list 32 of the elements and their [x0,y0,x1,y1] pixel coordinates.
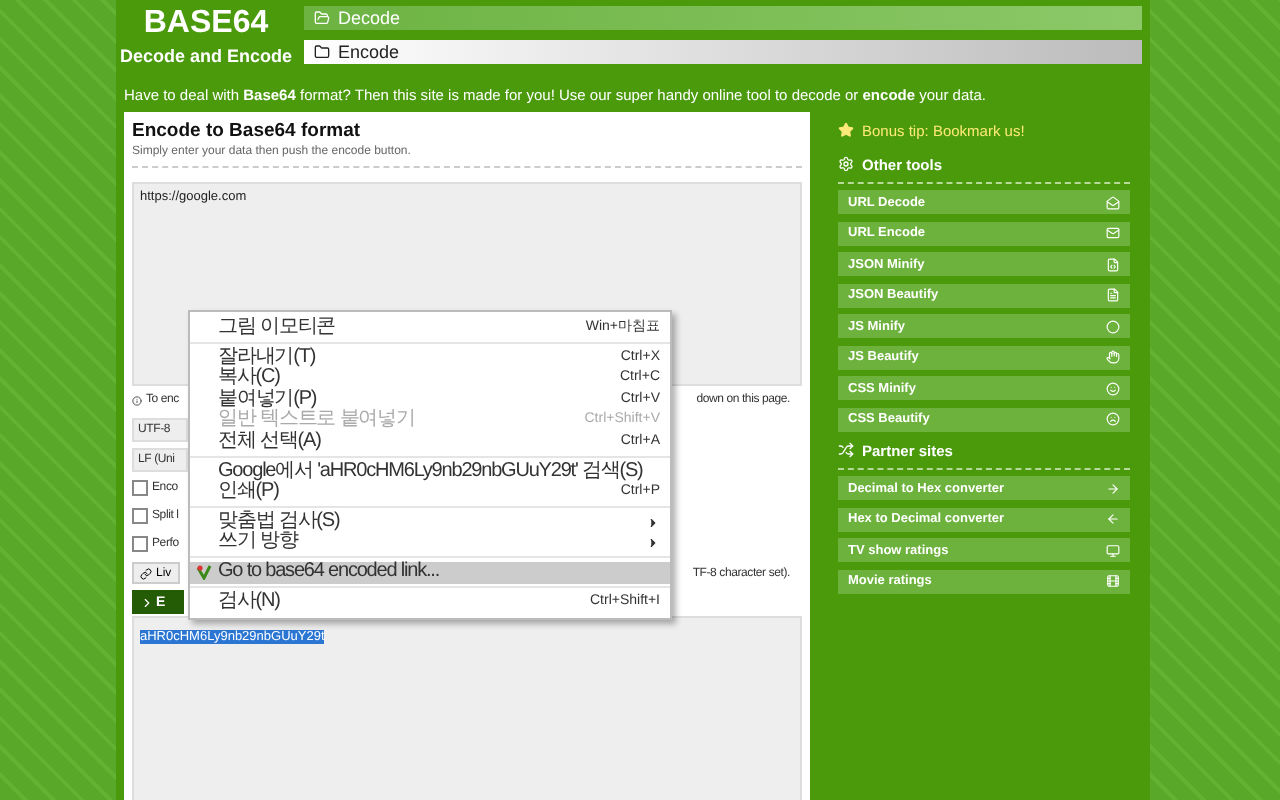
arrow-left-icon [1106,512,1120,526]
menu-item[interactable]: 쓰기 방향 [190,532,670,554]
folder-icon [314,10,330,26]
logo-title: BASE64 [143,6,269,42]
monitor-icon [1106,543,1120,557]
nav-tab[interactable]: Encode [304,40,1142,64]
frown-icon [1106,412,1120,426]
star-icon [838,122,854,138]
arrow-right-icon [1106,481,1120,495]
logo-subtitle: Decode and Encode [119,44,293,70]
info-icon [132,395,142,405]
smiley-icon [1106,381,1120,395]
chevron-icon [140,595,154,609]
card-title: Encode to Base64 format [132,120,363,142]
menu-item[interactable]: Go to base64 encoded link... [190,561,670,584]
menu-item[interactable]: Google에서 'aHR0cHM6Ly9nb29nbGUuY29t' 검색(S) [190,461,670,483]
extension-icon [196,563,212,580]
shuffle-icon [838,442,854,458]
menu-item[interactable]: 맞춤법 검사(S) [190,511,670,533]
checkbox[interactable] [132,480,148,496]
mail-icon [1106,226,1120,240]
settings-icon [838,156,854,172]
checkbox[interactable] [132,508,148,524]
code-file-icon [1106,257,1120,271]
mail-open-icon [1106,195,1120,209]
link-icon [140,567,152,579]
hand-icon [1106,350,1120,364]
folder-icon [314,44,330,60]
circle-icon [1106,319,1120,333]
document-icon [1106,288,1120,302]
film-icon [1106,574,1120,588]
checkbox[interactable] [132,536,148,552]
